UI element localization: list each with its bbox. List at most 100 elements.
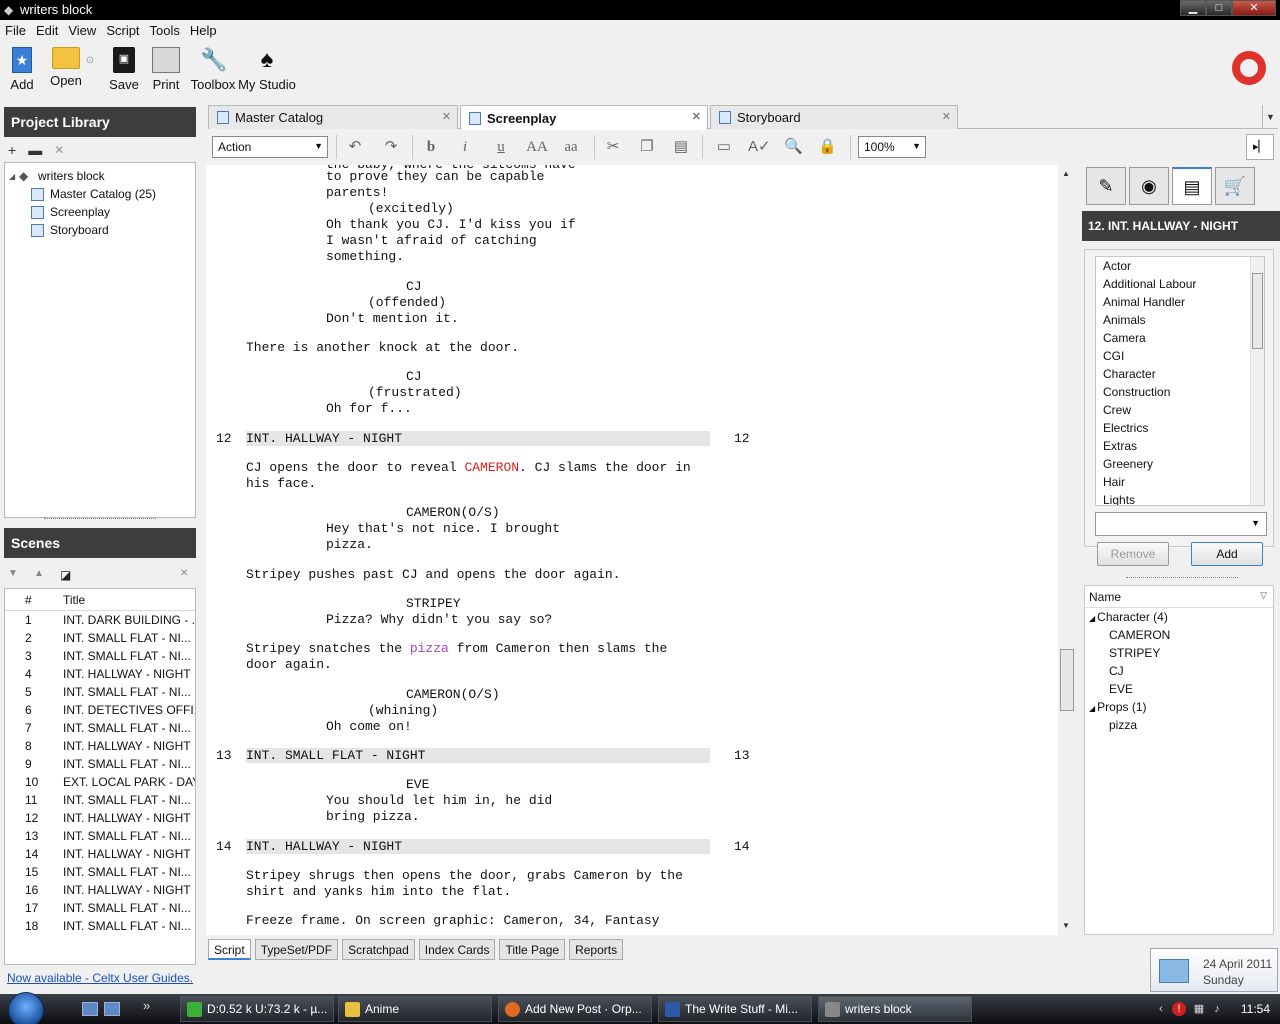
tab-reports[interactable]: Reports xyxy=(569,939,624,960)
category-item[interactable]: CGI xyxy=(1096,347,1264,365)
category-item[interactable]: Animals xyxy=(1096,311,1264,329)
menu-file[interactable]: File xyxy=(0,20,31,41)
duplicate-icon[interactable]: ◪ xyxy=(60,568,71,582)
celtx-guides-link[interactable]: Now available - Celtx User Guides. xyxy=(7,971,193,985)
toolbox-button[interactable]: 🔧 Toolbox xyxy=(190,47,236,92)
close-tab-icon[interactable]: ✕ xyxy=(692,110,701,123)
tab-list-dropdown-icon[interactable]: ▼ xyxy=(1262,105,1278,129)
open-dropdown-icon[interactable]: ⊙ xyxy=(84,55,96,66)
close-button[interactable]: ✕ xyxy=(1232,0,1276,16)
collapse-icon[interactable]: ◢ xyxy=(1089,614,1095,623)
scene-row[interactable]: 5 INT. SMALL FLAT - NI... xyxy=(5,683,195,701)
antivirus-icon[interactable]: ! xyxy=(1172,1002,1186,1016)
cart-icon[interactable]: 🛒 xyxy=(1215,167,1255,205)
scene-row[interactable]: 13 INT. SMALL FLAT - NI... xyxy=(5,827,195,845)
bold-button[interactable]: b xyxy=(422,138,440,156)
tab-script[interactable]: Script xyxy=(208,939,251,960)
col-title[interactable]: Title xyxy=(63,593,85,607)
task-writers-block[interactable]: writers block xyxy=(818,996,972,1022)
tag-group[interactable]: ◢ Props (1) xyxy=(1085,698,1273,716)
italic-button[interactable]: i xyxy=(456,138,474,156)
menu-help[interactable]: Help xyxy=(185,20,222,41)
category-item[interactable]: Greenery xyxy=(1096,455,1264,473)
tab-title-page[interactable]: Title Page xyxy=(499,939,566,960)
scene-row[interactable]: 15 INT. SMALL FLAT - NI... xyxy=(5,863,195,881)
scene-row[interactable]: 11 INT. SMALL FLAT - NI... xyxy=(5,791,195,809)
tag-group[interactable]: ◢ Character (4) xyxy=(1085,608,1273,626)
lock-icon[interactable]: 🔒 xyxy=(818,138,837,156)
tab-index-cards[interactable]: Index Cards xyxy=(418,939,496,960)
category-item[interactable]: Character xyxy=(1096,365,1264,383)
scrollbar-thumb[interactable] xyxy=(1252,273,1263,349)
menu-view[interactable]: View xyxy=(63,20,101,41)
notes-icon[interactable]: ▭ xyxy=(712,138,736,156)
tag-item[interactable]: CJ xyxy=(1085,662,1273,680)
item-select[interactable]: ▼ xyxy=(1095,512,1267,536)
tree-item-screenplay[interactable]: Screenplay xyxy=(5,203,195,221)
scene-row[interactable]: 1 INT. DARK BUILDING - ... xyxy=(5,611,195,629)
maximize-button[interactable]: □ xyxy=(1206,0,1232,16)
category-item[interactable]: Construction xyxy=(1096,383,1264,401)
task-word[interactable]: The Write Stuff - Mi... xyxy=(658,996,812,1022)
open-button[interactable]: Open xyxy=(46,47,86,88)
delete-item-icon[interactable]: ✕ xyxy=(54,143,64,157)
category-item[interactable]: Additional Labour xyxy=(1096,275,1264,293)
undo-icon[interactable]: ↶ xyxy=(346,138,364,156)
scene-row[interactable]: 17 INT. SMALL FLAT - NI... xyxy=(5,899,195,917)
scene-row[interactable]: 2 INT. SMALL FLAT - NI... xyxy=(5,629,195,647)
tab-master-catalog[interactable]: Master Catalog ✕ xyxy=(208,105,458,129)
tag-item[interactable]: pizza xyxy=(1085,716,1273,734)
delete-scene-icon[interactable]: ✕ xyxy=(180,568,188,579)
underline-button[interactable]: u xyxy=(492,138,510,156)
scene-row[interactable]: 14 INT. HALLWAY - NIGHT xyxy=(5,845,195,863)
scene-row[interactable]: 16 INT. HALLWAY - NIGHT xyxy=(5,881,195,899)
tray-expand-icon[interactable]: ‹ xyxy=(1154,1002,1168,1016)
category-item[interactable]: Camera xyxy=(1096,329,1264,347)
camera-icon[interactable]: ◉ xyxy=(1129,167,1169,205)
menu-edit[interactable]: Edit xyxy=(31,20,63,41)
add-tag-button[interactable]: Add xyxy=(1191,542,1263,566)
tree-root[interactable]: ◢ ◆ writers block xyxy=(5,167,195,185)
category-list[interactable]: Actor Additional Labour Animal Handler Anim… xyxy=(1095,256,1265,506)
tag-item[interactable]: CAMERON xyxy=(1085,626,1273,644)
tree-item-storyboard[interactable]: Storyboard xyxy=(5,221,195,239)
col-number[interactable]: # xyxy=(5,593,63,607)
library-splitter[interactable] xyxy=(44,518,156,524)
sort-icon[interactable]: ▽ xyxy=(1260,590,1267,601)
redo-icon[interactable]: ↷ xyxy=(382,138,400,156)
category-item[interactable]: Hair xyxy=(1096,473,1264,491)
pencil-icon[interactable]: ✎ xyxy=(1086,167,1126,205)
task-firefox[interactable]: Add New Post · Orp... xyxy=(498,996,652,1022)
paste-icon[interactable]: ▤ xyxy=(672,138,690,156)
panel-splitter[interactable] xyxy=(1126,577,1238,583)
scrollbar-thumb[interactable] xyxy=(1060,649,1074,711)
category-item[interactable]: Extras xyxy=(1096,437,1264,455)
scene-row[interactable]: 12 INT. HALLWAY - NIGHT xyxy=(5,809,195,827)
scene-row[interactable]: 10 EXT. LOCAL PARK - DAY xyxy=(5,773,195,791)
scene-row[interactable]: 9 INT. SMALL FLAT - NI... xyxy=(5,755,195,773)
uppercase-button[interactable]: AA xyxy=(524,138,550,156)
menu-script[interactable]: Script xyxy=(101,20,144,41)
clock[interactable]: 11:54 xyxy=(1241,1002,1270,1016)
category-item[interactable]: Animal Handler xyxy=(1096,293,1264,311)
element-type-select[interactable]: Action ▼ xyxy=(212,136,328,158)
tag-item[interactable]: EVE xyxy=(1085,680,1273,698)
scene-row[interactable]: 3 INT. SMALL FLAT - NI... xyxy=(5,647,195,665)
lowercase-button[interactable]: aa xyxy=(560,138,582,156)
tab-typeset-pdf[interactable]: TypeSet/PDF xyxy=(254,939,339,960)
close-tab-icon[interactable]: ✕ xyxy=(442,110,451,123)
tab-screenplay[interactable]: Screenplay ✕ xyxy=(460,105,708,130)
task-anime[interactable]: Anime xyxy=(338,996,492,1022)
move-up-icon[interactable]: ▲ xyxy=(34,568,44,579)
category-item[interactable]: Actor xyxy=(1096,257,1264,275)
breakdown-icon[interactable]: ▤ xyxy=(1172,167,1212,205)
scene-row[interactable]: 8 INT. HALLWAY - NIGHT xyxy=(5,737,195,755)
task-utorrent[interactable]: D:0.52 k U:73.2 k - µ... xyxy=(180,996,334,1022)
category-item[interactable]: Electrics xyxy=(1096,419,1264,437)
cut-icon[interactable]: ✂ xyxy=(604,138,622,156)
spellcheck-icon[interactable]: A✓ xyxy=(748,138,771,156)
script-editor[interactable]: the baby, where the sitcoms have to prov… xyxy=(206,165,1058,935)
scroll-down-icon[interactable]: ▼ xyxy=(1062,921,1070,930)
minimize-button[interactable]: ▁ xyxy=(1180,0,1206,16)
tree-item-master-catalog[interactable]: Master Catalog (25) xyxy=(5,185,195,203)
